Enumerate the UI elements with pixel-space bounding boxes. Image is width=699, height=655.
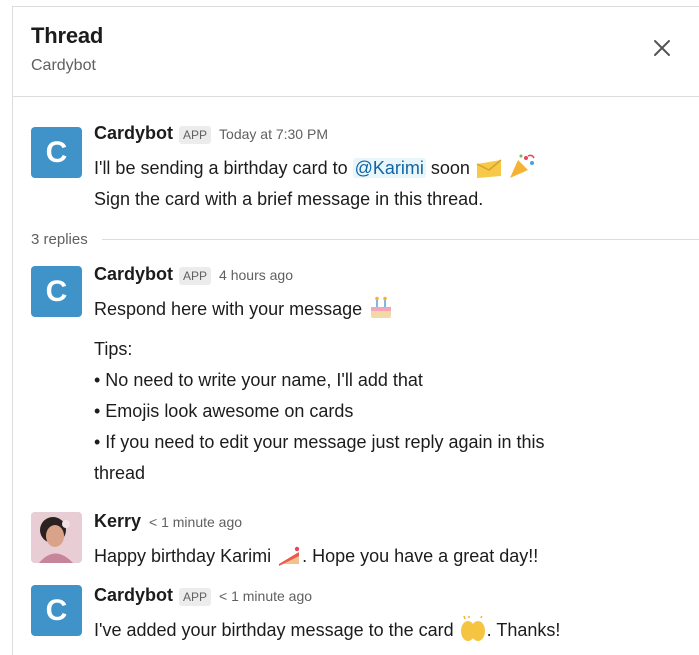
message-meta: Kerry < 1 minute ago (94, 511, 242, 535)
message-meta: Cardybot APP Today at 7:30 PM (94, 123, 328, 147)
raised-hands-emoji (460, 616, 485, 641)
text-segment: I've added your birthday message to the … (94, 620, 454, 640)
app-badge: APP (179, 126, 212, 144)
avatar[interactable] (31, 512, 82, 563)
thread-panel: Thread Cardybot C Cardybot APP Today at … (12, 6, 699, 655)
user-mention[interactable]: @Karimi (352, 158, 426, 178)
timestamp[interactable]: < 1 minute ago (219, 588, 312, 604)
text-segment: . Thanks! (486, 620, 561, 640)
close-icon[interactable] (651, 37, 673, 59)
avatar[interactable]: C (31, 266, 82, 317)
party-popper-emoji (509, 154, 535, 178)
message-body: Happy birthday Karimi . Hope you have a … (94, 541, 659, 572)
avatar[interactable]: C (31, 585, 82, 636)
text-segment: I'll be sending a birthday card to (94, 158, 348, 178)
user-photo-icon (31, 512, 82, 563)
text-segment: soon (430, 158, 470, 178)
message-body: I'll be sending a birthday card to @Kari… (94, 153, 659, 215)
replies-count: 3 replies (31, 230, 88, 248)
message-line-1: I'll be sending a birthday card to @Kari… (94, 153, 659, 184)
message-meta: Cardybot APP < 1 minute ago (94, 585, 312, 609)
message-line-2: Sign the card with a brief message in th… (94, 189, 484, 209)
replies-divider: 3 replies (31, 229, 699, 249)
sender-name[interactable]: Kerry (94, 511, 141, 532)
thread-channel-name[interactable]: Cardybot (31, 57, 96, 75)
sender-name[interactable]: Cardybot (94, 585, 173, 606)
thread-title: Thread (31, 23, 104, 48)
avatar[interactable]: C (31, 127, 82, 178)
message-line-1: Respond here with your message (94, 294, 659, 325)
cake-slice-emoji (279, 546, 300, 566)
envelope-emoji (476, 159, 502, 178)
thread-header: Thread Cardybot (13, 7, 699, 97)
sender-name[interactable]: Cardybot (94, 123, 173, 144)
app-badge: APP (179, 588, 212, 606)
text-segment: . Hope you have a great day!! (302, 546, 539, 566)
tip-item: • Emojis look awesome on cards (94, 401, 354, 421)
avatar-letter: C (45, 274, 68, 308)
app-badge: APP (179, 267, 212, 285)
sender-name[interactable]: Cardybot (94, 264, 173, 285)
tip-item: thread (94, 463, 146, 483)
avatar-letter: C (45, 593, 68, 627)
text-segment: Respond here with your message (94, 299, 363, 319)
avatar-letter: C (45, 135, 68, 169)
tip-item: • No need to write your name, I'll add t… (94, 370, 423, 390)
tips-heading: Tips: (94, 339, 133, 359)
birthday-cake-emoji (371, 296, 392, 318)
message-body: I've added your birthday message to the … (94, 615, 659, 646)
timestamp[interactable]: 4 hours ago (219, 267, 293, 283)
text-segment: Happy birthday Karimi (94, 546, 272, 566)
divider-line (101, 238, 699, 240)
timestamp[interactable]: < 1 minute ago (149, 514, 242, 530)
timestamp[interactable]: Today at 7:30 PM (219, 126, 328, 142)
message-body: Respond here with your message Tips: • N… (94, 294, 659, 489)
message-meta: Cardybot APP 4 hours ago (94, 264, 293, 288)
tip-item: • If you need to edit your message just … (94, 432, 545, 452)
